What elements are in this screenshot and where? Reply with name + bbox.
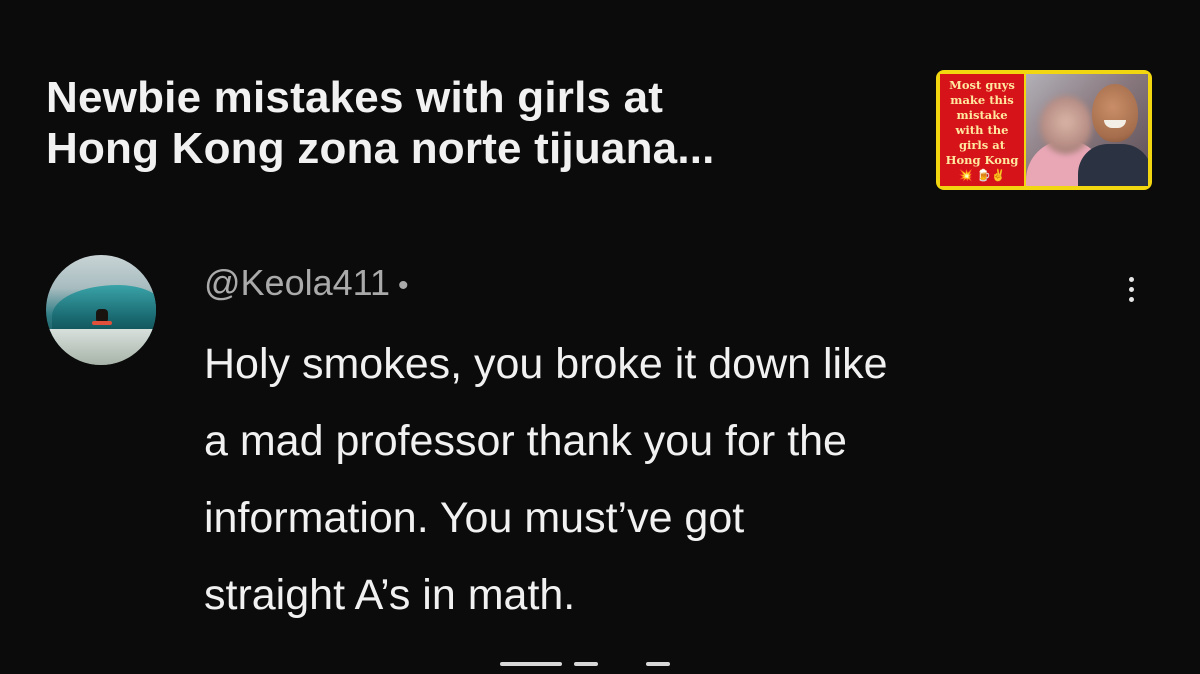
thumbnail-blurred-face (1040, 96, 1092, 154)
video-header[interactable]: Newbie mistakes with girls at Hong Kong … (46, 70, 1158, 194)
thumbnail-caption: Most guys make this mistake with the gir… (945, 77, 1019, 182)
comment-item: @Keola411 • Holy smokes, you broke it dow… (46, 255, 1158, 655)
video-title[interactable]: Newbie mistakes with girls at Hong Kong … (46, 72, 906, 174)
partial-glyph (574, 662, 598, 666)
more-dot (1128, 276, 1134, 282)
more-dot (1128, 286, 1134, 292)
comment-author[interactable]: @Keola411 (204, 262, 390, 303)
avatar[interactable] (46, 255, 156, 365)
partial-glyph (646, 662, 670, 666)
next-row-partial (500, 662, 680, 674)
avatar-foam (46, 329, 156, 365)
thumbnail-caption-panel: Most guys make this mistake with the gir… (940, 74, 1024, 186)
thumbnail-man-face (1092, 84, 1138, 142)
avatar-surfboard (92, 321, 112, 325)
video-thumbnail[interactable]: Most guys make this mistake with the gir… (936, 70, 1152, 190)
meta-separator: • (398, 269, 409, 302)
thumbnail-man-body (1078, 144, 1148, 186)
more-dot (1128, 296, 1134, 302)
comment-meta: @Keola411 • (204, 261, 409, 308)
thumbnail-photo (1026, 74, 1148, 186)
comment-text: Holy smokes, you broke it down like a ma… (204, 340, 888, 619)
partial-glyph (500, 662, 562, 666)
more-vertical-icon[interactable] (1116, 269, 1146, 309)
